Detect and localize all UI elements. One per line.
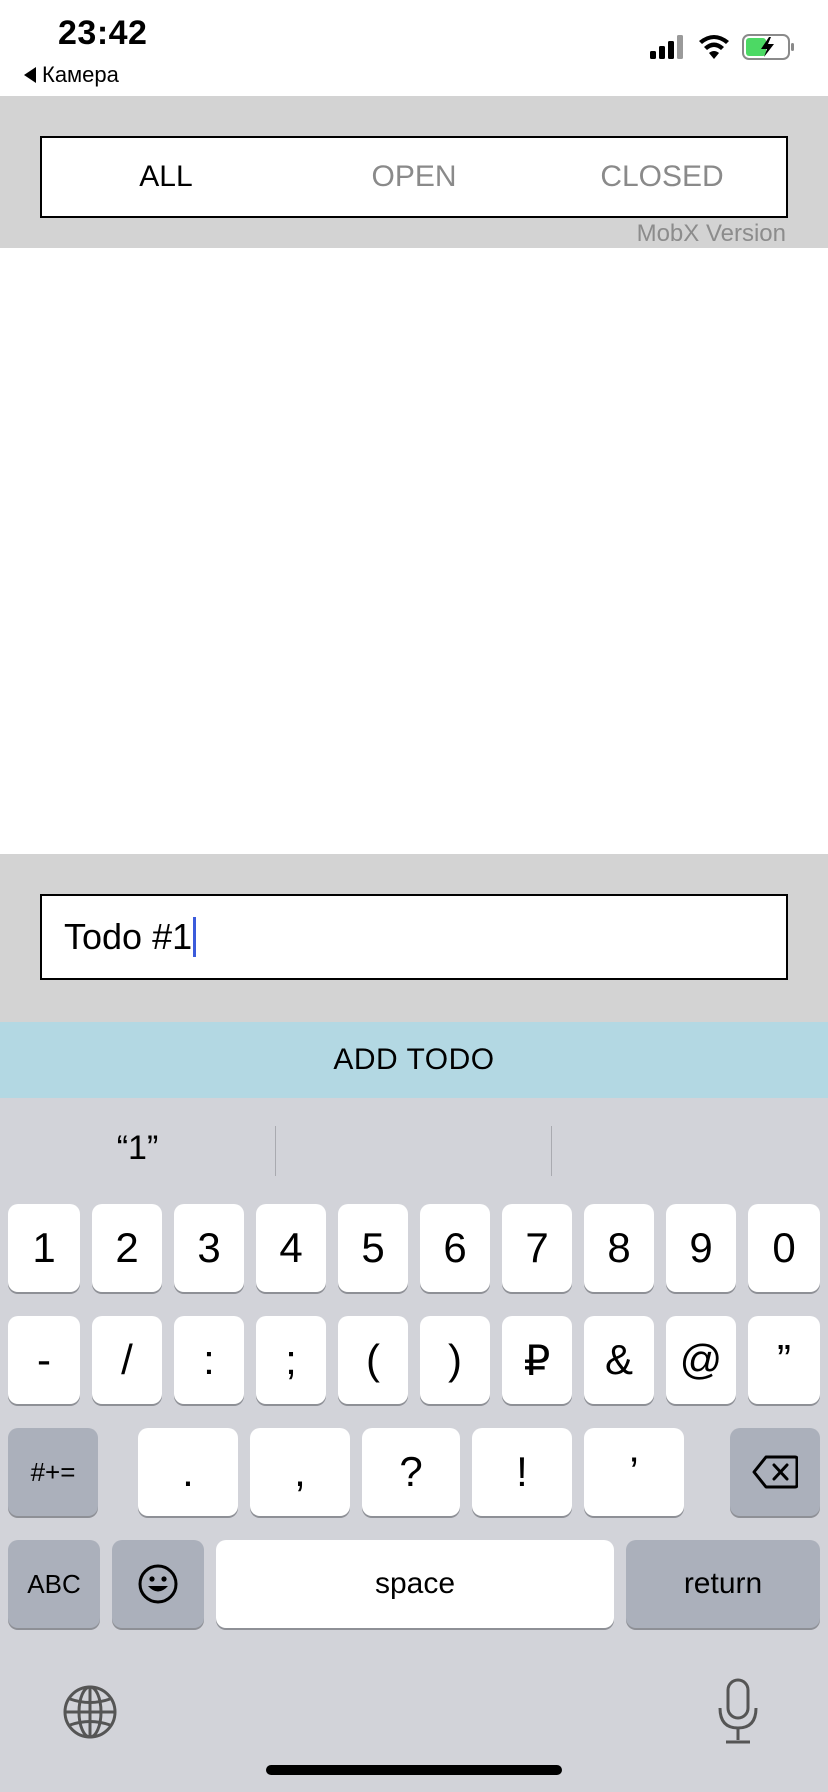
back-arrow-icon [24,67,36,83]
key-6[interactable]: 6 [420,1204,490,1292]
key-quote[interactable]: ” [748,1316,820,1404]
input-panel: Todo #1 [0,854,828,1022]
suggestion-bar: “1” [0,1098,828,1198]
todo-list [0,248,828,854]
globe-icon[interactable] [62,1684,118,1740]
battery-charging-icon [742,34,794,60]
version-label: MobX Version [636,220,786,247]
key-colon[interactable]: : [174,1316,244,1404]
microphone-icon[interactable] [714,1678,762,1746]
key-question[interactable]: ? [362,1428,460,1516]
key-8[interactable]: 8 [584,1204,654,1292]
symbols-key[interactable]: #+= [8,1428,98,1516]
key-semicolon[interactable]: ; [256,1316,326,1404]
filter-segmented-control: ALL OPEN CLOSED [40,136,788,218]
key-1[interactable]: 1 [8,1204,80,1292]
abc-key[interactable]: ABC [8,1540,100,1628]
key-period[interactable]: . [138,1428,238,1516]
suggestion-2[interactable] [276,1098,551,1198]
todo-input-value: Todo #1 [64,916,193,957]
back-to-app-link[interactable]: Камера [24,62,119,88]
home-indicator[interactable] [266,1765,562,1775]
key-4[interactable]: 4 [256,1204,326,1292]
todo-text-input[interactable]: Todo #1 [40,894,788,980]
keyboard: “1” 1 2 3 4 5 6 7 8 9 0 - / : ; ( ) ₽ & … [0,1098,828,1792]
key-2[interactable]: 2 [92,1204,162,1292]
backspace-icon [752,1455,798,1489]
status-time: 23:42 [58,14,148,52]
suggestion-1[interactable]: “1” [0,1098,275,1198]
key-at[interactable]: @ [666,1316,736,1404]
tab-all[interactable]: ALL [42,138,290,216]
status-bar: 23:42 Камера [0,0,828,96]
key-0[interactable]: 0 [748,1204,820,1292]
key-7[interactable]: 7 [502,1204,572,1292]
key-hyphen[interactable]: - [8,1316,80,1404]
space-key[interactable]: space [216,1540,614,1628]
key-exclamation[interactable]: ! [472,1428,572,1516]
back-app-label: Камера [42,62,119,87]
key-5[interactable]: 5 [338,1204,408,1292]
cellular-signal-icon [650,35,683,59]
emoji-icon [138,1564,178,1604]
status-indicators [650,34,796,60]
key-comma[interactable]: , [250,1428,350,1516]
key-slash[interactable]: / [92,1316,162,1404]
key-close-paren[interactable]: ) [420,1316,490,1404]
add-todo-button[interactable]: ADD TODO [0,1022,828,1098]
filter-panel: ALL OPEN CLOSED MobX Version [0,96,828,248]
delete-key[interactable] [730,1428,820,1516]
wifi-icon [699,35,729,59]
key-apostrophe[interactable]: ’ [584,1428,684,1516]
tab-open[interactable]: OPEN [290,138,538,216]
return-key[interactable]: return [626,1540,820,1628]
key-ruble[interactable]: ₽ [502,1316,572,1404]
emoji-key[interactable] [112,1540,204,1628]
key-3[interactable]: 3 [174,1204,244,1292]
tab-closed[interactable]: CLOSED [538,138,786,216]
key-ampersand[interactable]: & [584,1316,654,1404]
key-open-paren[interactable]: ( [338,1316,408,1404]
key-9[interactable]: 9 [666,1204,736,1292]
text-caret [193,917,197,957]
suggestion-3[interactable] [552,1098,828,1198]
